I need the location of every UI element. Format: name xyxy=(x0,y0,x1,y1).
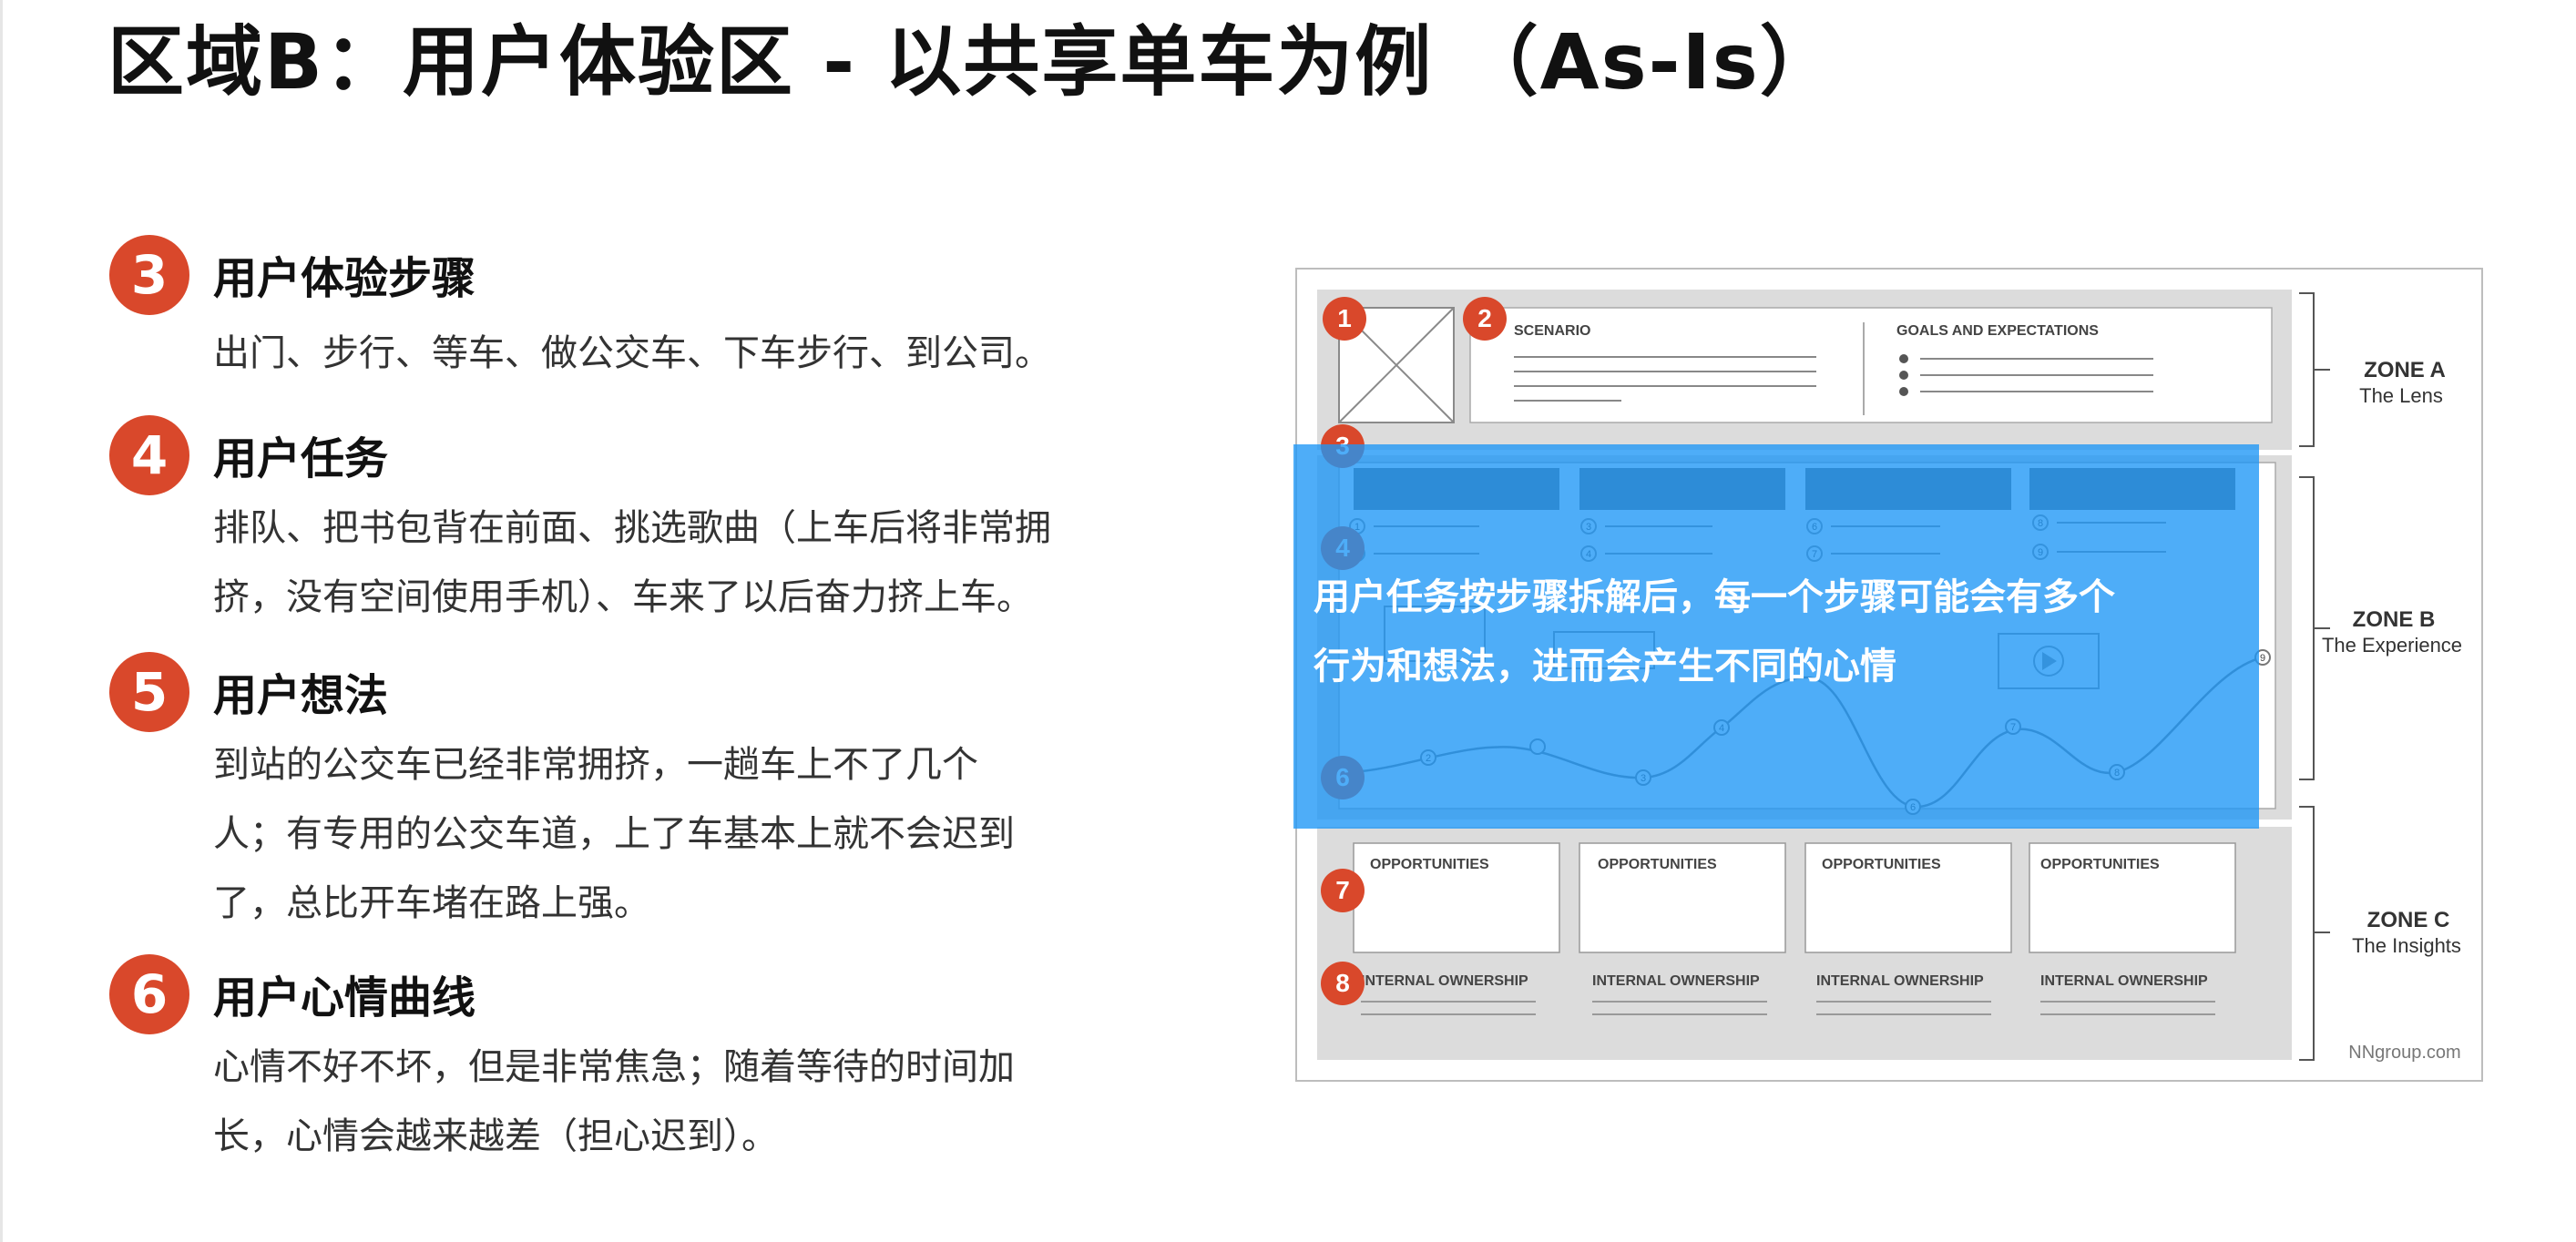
step-description-line: 长，心情会越来越差（担心迟到）。 xyxy=(213,1115,778,1157)
step-title: 用户想法 xyxy=(213,670,389,721)
step-description-line: 到站的公交车已经非常拥挤，一趟车上不了几个 xyxy=(213,744,978,786)
ownership-label: INTERNAL OWNERSHIP xyxy=(1592,973,1760,989)
opportunities-label: OPPORTUNITIES xyxy=(1822,857,1941,872)
zone-a-sublabel: The Lens xyxy=(2359,384,2443,407)
step-description: 出门、步行、等车、做公交车、下车步行、到公司。 xyxy=(213,319,1233,388)
page-title: 区域B：用户体验区 - 以共享单车为例 （As-Is） xyxy=(107,17,1838,107)
opportunities-label: OPPORTUNITIES xyxy=(1598,857,1717,872)
curve-point-label: 9 xyxy=(2260,653,2265,664)
step-number-badge: 4 xyxy=(109,415,189,495)
ownership-label: INTERNAL OWNERSHIP xyxy=(1816,973,1984,989)
step-description: 到站的公交车已经非常拥挤，一趟车上不了几个 人；有专用的公交车道，上了车基本上就… xyxy=(213,730,1233,938)
ownership-label: INTERNAL OWNERSHIP xyxy=(1361,973,1528,989)
zone-a-label: ZONE A xyxy=(2364,358,2446,382)
goals-label: GOALS AND EXPECTATIONS xyxy=(1896,323,2099,339)
step-description: 心情不好不坏，但是非常焦急；随着等待的时间加 长，心情会越来越差（担心迟到）。 xyxy=(213,1033,1233,1171)
step-number-badge: 5 xyxy=(109,652,189,732)
overlay-note-line: 行为和想法，进而会产生不同的心情 xyxy=(1314,646,1896,687)
scenario-label: SCENARIO xyxy=(1514,323,1590,339)
figure-badge: 7 xyxy=(1335,876,1350,904)
ownership-label: INTERNAL OWNERSHIP xyxy=(2040,973,2208,989)
figure-badge: 1 xyxy=(1337,304,1352,332)
zone-b-sublabel: The Experience xyxy=(2322,634,2462,657)
step-number-badge: 3 xyxy=(109,235,189,315)
opportunities-label: OPPORTUNITIES xyxy=(1370,857,1489,872)
step-title: 用户体验步骤 xyxy=(213,253,476,304)
step-description-line: 挤，没有空间使用手机）、车来了以后奋力挤上车。 xyxy=(213,576,1033,618)
highlight-overlay: 用户任务按步骤拆解后，每一个步骤可能会有多个 行为和想法，进而会产生不同的心情 xyxy=(1293,444,2259,829)
figure-badge: 8 xyxy=(1335,969,1350,997)
step-description-line: 排队、把书包背在前面、挑选歌曲（上车后将非常拥 xyxy=(213,507,1051,549)
overlay-note-line: 用户任务按步骤拆解后，每一个步骤可能会有多个 xyxy=(1314,576,2115,618)
zone-c-sublabel: The Insights xyxy=(2352,934,2461,957)
zone-c-label: ZONE C xyxy=(2367,908,2450,932)
figure-badge: 2 xyxy=(1477,304,1492,332)
step-title: 用户心情曲线 xyxy=(213,972,476,1023)
zone-b-label: ZONE B xyxy=(2353,607,2436,632)
step-description-line: 出门、步行、等车、做公交车、下车步行、到公司。 xyxy=(213,332,1051,374)
step-description-line: 了，总比开车堵在路上强。 xyxy=(213,882,650,924)
overlay-note: 用户任务按步骤拆解后，每一个步骤可能会有多个 行为和想法，进而会产生不同的心情 xyxy=(1314,563,2252,701)
step-description-line: 心情不好不坏，但是非常焦急；随着等待的时间加 xyxy=(213,1046,1015,1088)
step-title: 用户任务 xyxy=(213,433,389,484)
step-description-line: 人；有专用的公交车道，上了车基本上就不会迟到 xyxy=(213,813,1015,855)
page-edge-rule xyxy=(0,0,3,1242)
nngroup-credit: NNgroup.com xyxy=(2348,1043,2460,1063)
step-number-badge: 6 xyxy=(109,954,189,1034)
step-description: 排队、把书包背在前面、挑选歌曲（上车后将非常拥 挤，没有空间使用手机）、车来了以… xyxy=(213,494,1233,632)
opportunities-label: OPPORTUNITIES xyxy=(2040,857,2160,872)
